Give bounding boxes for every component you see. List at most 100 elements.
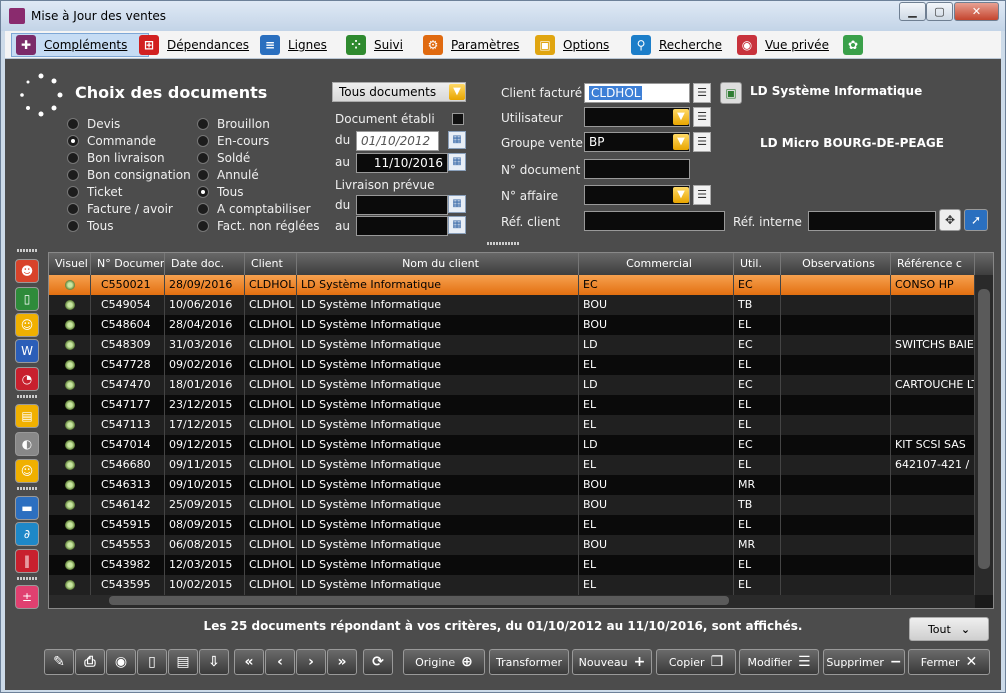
client-list-icon[interactable]: ☰ <box>693 83 711 103</box>
user-icon[interactable]: ☻ <box>15 259 39 283</box>
eye-icon[interactable] <box>65 300 75 310</box>
next-button[interactable]: › <box>296 649 326 675</box>
visual-cell[interactable] <box>49 315 91 335</box>
visual-cell[interactable] <box>49 415 91 435</box>
radio-button[interactable] <box>67 152 79 164</box>
radio-button[interactable] <box>197 152 209 164</box>
visual-cell[interactable] <box>49 535 91 555</box>
refclient-field[interactable] <box>584 211 725 231</box>
eye-icon[interactable] <box>65 540 75 550</box>
visual-cell[interactable] <box>49 435 91 455</box>
calendar-icon[interactable]: ▦ <box>448 216 466 234</box>
eye-icon[interactable] <box>65 340 75 350</box>
table-row[interactable]: C546680 09/11/2015 CLDHOL LD Système Inform… <box>49 455 975 475</box>
arrow-icon[interactable]: ➚ <box>964 209 988 231</box>
prev-button[interactable]: ‹ <box>265 649 295 675</box>
lock-icon[interactable]: ▤ <box>15 404 39 428</box>
scroll-thumb[interactable] <box>978 289 990 569</box>
naffaire-list-icon[interactable]: ☰ <box>693 185 711 205</box>
visual-cell[interactable] <box>49 515 91 535</box>
table-row[interactable]: C550021 28/09/2016 CLDHOL LD Système Inform… <box>49 275 975 295</box>
table-row[interactable]: C545915 08/09/2015 CLDHOL LD Système Inform… <box>49 515 975 535</box>
doc-type-radio[interactable]: Commande <box>67 134 156 148</box>
calendar-icon[interactable]: ▦ <box>448 153 466 171</box>
eye-icon[interactable] <box>65 460 75 470</box>
barcode-icon[interactable]: ‖ <box>15 549 39 573</box>
horizontal-scrollbar[interactable] <box>49 593 975 608</box>
menu-item-options[interactable]: ▣ Options <box>531 33 613 57</box>
livraison-au-field[interactable] <box>356 216 448 236</box>
table-row[interactable]: C543982 12/03/2015 CLDHOL LD Système Inform… <box>49 555 975 575</box>
doc-type-radio[interactable]: Facture / avoir <box>67 202 173 216</box>
visual-cell[interactable] <box>49 495 91 515</box>
status-radio[interactable]: A comptabiliser <box>197 202 311 216</box>
calendar-icon[interactable]: ▦ <box>448 195 466 213</box>
supprimer-button[interactable]: Supprimer − <box>823 649 905 675</box>
eye-icon[interactable] <box>65 380 75 390</box>
table-row[interactable]: C547014 09/12/2015 CLDHOL LD Système Inform… <box>49 435 975 455</box>
table-row[interactable]: C548604 28/04/2016 CLDHOL LD Système Inform… <box>49 315 975 335</box>
eye-icon[interactable] <box>65 440 75 450</box>
radio-button[interactable] <box>67 118 79 130</box>
eye-icon[interactable] <box>65 280 75 290</box>
table-row[interactable]: C547177 23/12/2015 CLDHOL LD Système Inform… <box>49 395 975 415</box>
etabli-du-field[interactable]: 01/10/2012 <box>356 131 439 151</box>
view-button[interactable]: ◉ <box>106 649 136 675</box>
eye-icon[interactable] <box>65 420 75 430</box>
export-button[interactable]: ⇩ <box>199 649 229 675</box>
menu-item-param-tres[interactable]: ⚙ Paramètres <box>419 33 523 57</box>
doc-type-radio[interactable]: Tous <box>67 219 114 233</box>
visual-cell[interactable] <box>49 335 91 355</box>
visual-cell[interactable] <box>49 555 91 575</box>
visual-cell[interactable] <box>49 475 91 495</box>
radio-button[interactable] <box>67 203 79 215</box>
fermer-button[interactable]: Fermer ✕ <box>908 649 990 675</box>
eye-icon[interactable] <box>65 580 75 590</box>
menu-item-recherche[interactable]: ⚲ Recherche <box>627 33 726 57</box>
chevron-down-icon[interactable]: ▼ <box>673 109 689 125</box>
document-type-select[interactable]: Tous documents ▼ <box>332 82 466 102</box>
status-radio[interactable]: Brouillon <box>197 117 270 131</box>
radio-button[interactable] <box>67 220 79 232</box>
scroll-thumb[interactable] <box>109 596 729 605</box>
radio-button[interactable] <box>67 186 79 198</box>
table-row[interactable]: C547470 18/01/2016 CLDHOL LD Système Inform… <box>49 375 975 395</box>
column-header[interactable]: Référence c <box>891 253 975 275</box>
origine-button[interactable]: Origine ⊕ <box>403 649 485 675</box>
livraison-du-field[interactable] <box>356 195 448 215</box>
group-icon[interactable]: ☺ <box>15 459 39 483</box>
modifier-button[interactable]: Modifier ☰ <box>739 649 819 675</box>
radio-button[interactable] <box>197 203 209 215</box>
phone-icon[interactable]: ▯ <box>15 287 39 311</box>
eye-icon[interactable] <box>65 480 75 490</box>
visual-cell[interactable] <box>49 275 91 295</box>
radio-button[interactable] <box>197 135 209 147</box>
calculator-icon[interactable]: ± <box>15 585 39 609</box>
status-radio[interactable]: Tous <box>197 185 244 199</box>
word-icon[interactable]: W <box>15 339 39 363</box>
table-row[interactable]: C549054 10/06/2016 CLDHOL LD Système Inform… <box>49 295 975 315</box>
menu-item-suivi[interactable]: ⁘ Suivi <box>342 33 407 57</box>
status-radio[interactable]: Annulé <box>197 168 259 182</box>
ndoc-field[interactable] <box>584 159 690 179</box>
folder-icon[interactable]: ▬ <box>15 496 39 520</box>
table-row[interactable]: C543595 10/02/2015 CLDHOL LD Système Inform… <box>49 575 975 595</box>
table-row[interactable]: C546142 25/09/2015 CLDHOL LD Système Inform… <box>49 495 975 515</box>
column-header[interactable]: Util. <box>734 253 781 275</box>
copier-button[interactable]: Copier ❐ <box>656 649 736 675</box>
visual-cell[interactable] <box>49 395 91 415</box>
radio-button[interactable] <box>197 186 209 198</box>
table-row[interactable]: C547113 17/12/2015 CLDHOL LD Système Inform… <box>49 415 975 435</box>
transformer-button[interactable]: Transformer <box>489 649 569 675</box>
card-button[interactable]: ▤ <box>168 649 198 675</box>
utilisateur-list-icon[interactable]: ☰ <box>693 107 711 127</box>
eye-icon[interactable] <box>65 400 75 410</box>
visual-cell[interactable] <box>49 455 91 475</box>
visual-cell[interactable] <box>49 575 91 595</box>
mobile-button[interactable]: ▯ <box>137 649 167 675</box>
table-row[interactable]: C546313 09/10/2015 CLDHOL LD Système Inform… <box>49 475 975 495</box>
table-row[interactable]: C548309 31/03/2016 CLDHOL LD Système Inform… <box>49 335 975 355</box>
column-header[interactable]: Observations <box>781 253 891 275</box>
visual-cell[interactable] <box>49 355 91 375</box>
status-radio[interactable]: Soldé <box>197 151 250 165</box>
